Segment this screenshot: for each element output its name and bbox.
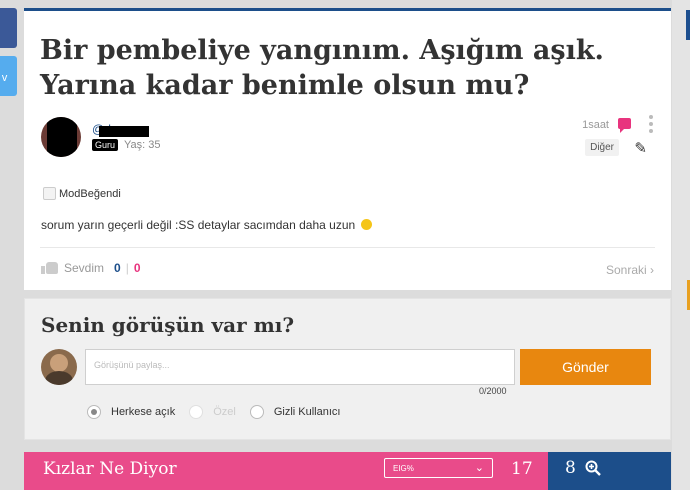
twitter-share-button[interactable]: ᵥ bbox=[0, 56, 17, 96]
girls-answer-count: 17 bbox=[511, 459, 533, 479]
girls-answers-title: Kızlar Ne Diyor bbox=[43, 459, 177, 479]
comment-title: Senin görüşün var mı? bbox=[41, 313, 295, 337]
next-question-link[interactable]: Sonraki › bbox=[606, 263, 654, 277]
mod-liked-checkbox[interactable]: ModBeğendi bbox=[43, 187, 121, 200]
current-user-avatar bbox=[41, 349, 77, 385]
like-button[interactable]: Sevdim bbox=[64, 261, 104, 275]
comment-input[interactable]: Görüşünü paylaş... bbox=[85, 349, 515, 385]
char-counter: 0/2000 bbox=[479, 386, 507, 396]
chat-bubble-icon[interactable] bbox=[618, 118, 631, 133]
author-meta: Guru Yaş: 35 bbox=[92, 139, 161, 151]
avatar-redaction bbox=[47, 117, 77, 157]
like-count-girls: 0 bbox=[133, 261, 141, 275]
girls-answers-bar: Kızlar Ne Diyor EIG% ⌄ 17 bbox=[24, 452, 548, 490]
like-row: Sevdim 0 | 0 bbox=[41, 261, 141, 275]
mod-liked-label: ModBeğendi bbox=[59, 187, 121, 200]
author-avatar[interactable] bbox=[41, 117, 81, 157]
username-redaction bbox=[98, 126, 149, 137]
facebook-share-button[interactable] bbox=[0, 8, 17, 48]
more-options-icon[interactable] bbox=[649, 115, 653, 136]
privacy-radio-public[interactable] bbox=[87, 405, 101, 419]
author-name[interactable]: @ b bbox=[92, 120, 149, 137]
other-button[interactable]: Diğer bbox=[585, 139, 619, 156]
boys-answers-tab[interactable]: 8 bbox=[548, 452, 671, 490]
chevron-down-icon: ⌄ bbox=[474, 462, 484, 474]
sidebar-accent-blue bbox=[686, 10, 690, 40]
comment-box: Senin görüşün var mı? Görüşünü paylaş...… bbox=[24, 298, 671, 440]
smiley-icon bbox=[360, 219, 372, 230]
author-age: Yaş: 35 bbox=[124, 139, 161, 151]
thumbs-up-icon[interactable] bbox=[41, 262, 59, 274]
next-label: Sonraki bbox=[605, 263, 647, 277]
question-body: sorum yarın geçerli değil :SS detaylar s… bbox=[41, 218, 372, 232]
right-sidebar-edge bbox=[672, 0, 690, 490]
question-title: Bir pembeliye yangınım. Aşığım aşık. Yar… bbox=[40, 35, 604, 101]
privacy-radio-private bbox=[189, 405, 204, 419]
rank-badge: Guru bbox=[92, 139, 119, 151]
privacy-label-private: Özel bbox=[213, 406, 236, 418]
twitter-icon: ᵥ bbox=[2, 67, 8, 84]
sort-select-value: EIG% bbox=[393, 464, 414, 473]
boys-answer-count: 8 bbox=[565, 458, 576, 478]
post-time: 1saat bbox=[582, 119, 609, 131]
privacy-label-anonymous[interactable]: Gizli Kullanıcı bbox=[274, 406, 341, 418]
divider bbox=[40, 247, 655, 248]
zoom-in-icon[interactable] bbox=[585, 460, 601, 476]
like-separator: | bbox=[125, 261, 129, 275]
chevron-right-icon: › bbox=[650, 263, 654, 277]
question-card: Bir pembeliye yangınım. Aşığım aşık. Yar… bbox=[24, 8, 671, 290]
privacy-radio-anonymous[interactable] bbox=[249, 405, 264, 419]
question-body-text: sorum yarın geçerli değil :SS detaylar s… bbox=[41, 218, 356, 232]
pencil-icon[interactable]: ✎ bbox=[634, 141, 647, 156]
send-button[interactable]: Gönder bbox=[520, 349, 651, 385]
like-count-boys: 0 bbox=[114, 261, 121, 275]
sort-select[interactable]: EIG% ⌄ bbox=[384, 458, 493, 478]
checkbox-box[interactable] bbox=[43, 187, 56, 200]
privacy-options: Herkese açık Özel Gizli Kullanıcı bbox=[87, 405, 354, 419]
privacy-label-public[interactable]: Herkese açık bbox=[111, 406, 175, 418]
